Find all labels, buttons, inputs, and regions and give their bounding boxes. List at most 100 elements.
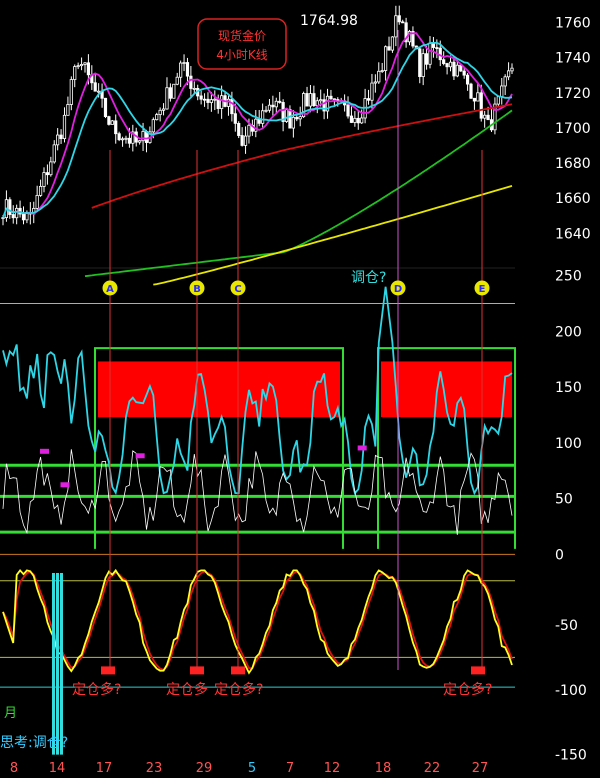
candle-body: [213, 98, 217, 101]
candle-body: [496, 96, 500, 105]
candle-body: [69, 79, 73, 105]
candle-body: [483, 114, 487, 119]
zone-fill: [98, 361, 340, 418]
candle-body: [308, 93, 313, 107]
candle-body: [182, 62, 186, 64]
price-tick-label: 1720: [555, 86, 591, 102]
candle-body: [312, 93, 316, 107]
x-axis-day-label: 7: [286, 761, 294, 776]
candle-body: [384, 46, 388, 71]
candle-body: [360, 117, 364, 124]
candle-body: [271, 104, 275, 108]
candle-body: [117, 133, 121, 141]
candle-body: [315, 100, 319, 107]
marker-label: E: [479, 284, 486, 295]
candle-body: [168, 87, 172, 99]
candle-body: [373, 81, 377, 84]
candle-body: [278, 100, 282, 103]
candle-body: [38, 186, 43, 196]
candle-body: [151, 119, 155, 133]
indicator2-tick-label: -100: [555, 683, 587, 699]
candle-body: [288, 109, 292, 129]
chart-canvas: A B C D E 1760 1740 1720 1700 1680 1660 1640 250 200…: [0, 0, 600, 778]
x-axis-day-label: 12: [324, 761, 341, 776]
candle-body: [209, 99, 213, 103]
candle-body: [435, 47, 439, 49]
x-axis-day-label: 14: [49, 761, 66, 776]
candle-body: [172, 83, 176, 99]
candle-body: [155, 114, 159, 121]
candle-body: [202, 98, 207, 101]
candle-body: [138, 140, 142, 143]
candle-body: [161, 108, 166, 111]
candle-body: [349, 115, 354, 123]
candle-body: [370, 82, 374, 101]
x-axis-day-label: 17: [96, 761, 113, 776]
candle-body: [8, 199, 12, 215]
candle-body: [35, 195, 39, 209]
candle-body: [295, 116, 299, 120]
annotation-dingcang-4: 定仓多?: [443, 681, 492, 698]
candle-body: [158, 109, 162, 116]
candle-body: [261, 110, 265, 124]
candle-body: [274, 100, 278, 108]
candle-body: [59, 134, 63, 140]
signal-marker-e: E: [474, 280, 490, 296]
marker-label: A: [106, 284, 114, 295]
candle-body: [120, 138, 125, 141]
candle-body: [462, 70, 466, 76]
candle-body: [56, 134, 60, 146]
candle-body: [452, 61, 456, 77]
x-axis-day-label: 23: [146, 761, 163, 776]
annotation-tiaocang: 调仓?: [351, 270, 386, 286]
candle-body: [179, 62, 183, 78]
candle-body: [500, 85, 504, 98]
candle-body: [397, 15, 401, 23]
candle-body: [353, 117, 357, 123]
marker-label: D: [394, 284, 402, 295]
candle-body: [107, 116, 111, 125]
spike-bar: [52, 572, 55, 755]
x-axis-day-label: 18: [375, 761, 392, 776]
candle-body: [185, 62, 190, 77]
magenta-blip: [135, 453, 145, 459]
candle-body: [510, 67, 514, 72]
price-tick-label: 1740: [555, 51, 591, 67]
trough-mark: [101, 666, 115, 675]
annotation-dingcang-2: 定仓多: [166, 681, 208, 698]
trough-mark: [471, 666, 485, 675]
candle-body: [428, 43, 432, 65]
candle-body: [42, 172, 46, 187]
candle-body: [175, 76, 179, 85]
candle-body: [114, 120, 118, 135]
candle-body: [387, 46, 391, 51]
candle-body: [93, 82, 97, 92]
candle-body: [329, 95, 333, 100]
candle-body: [199, 95, 203, 100]
indicator1-tick-label: 150: [555, 380, 582, 396]
candle-body: [52, 144, 56, 163]
candle-body: [305, 93, 309, 107]
candle-body: [240, 135, 244, 146]
candle-body: [394, 15, 398, 38]
candle-body: [110, 120, 114, 125]
candle-body: [445, 63, 449, 68]
candle-body: [97, 90, 101, 93]
candle-body: [206, 98, 210, 103]
candle-body: [45, 172, 50, 176]
candle-body: [298, 116, 302, 120]
candle-body: [21, 213, 26, 221]
marker-label: C: [234, 284, 241, 295]
candle-body: [230, 98, 234, 115]
price-tick-label: 1680: [555, 156, 591, 172]
signal-marker-d: D: [390, 280, 406, 296]
side-label-2: 思考:调仓?: [0, 735, 68, 751]
candle-body: [472, 97, 477, 102]
candle-body: [503, 76, 507, 87]
candle-body: [455, 64, 459, 77]
indicator1-tick-label: 0: [555, 547, 564, 563]
candle-body: [356, 117, 360, 124]
candle-body: [220, 95, 224, 109]
candle-body: [267, 104, 272, 111]
candle-body: [189, 75, 193, 89]
